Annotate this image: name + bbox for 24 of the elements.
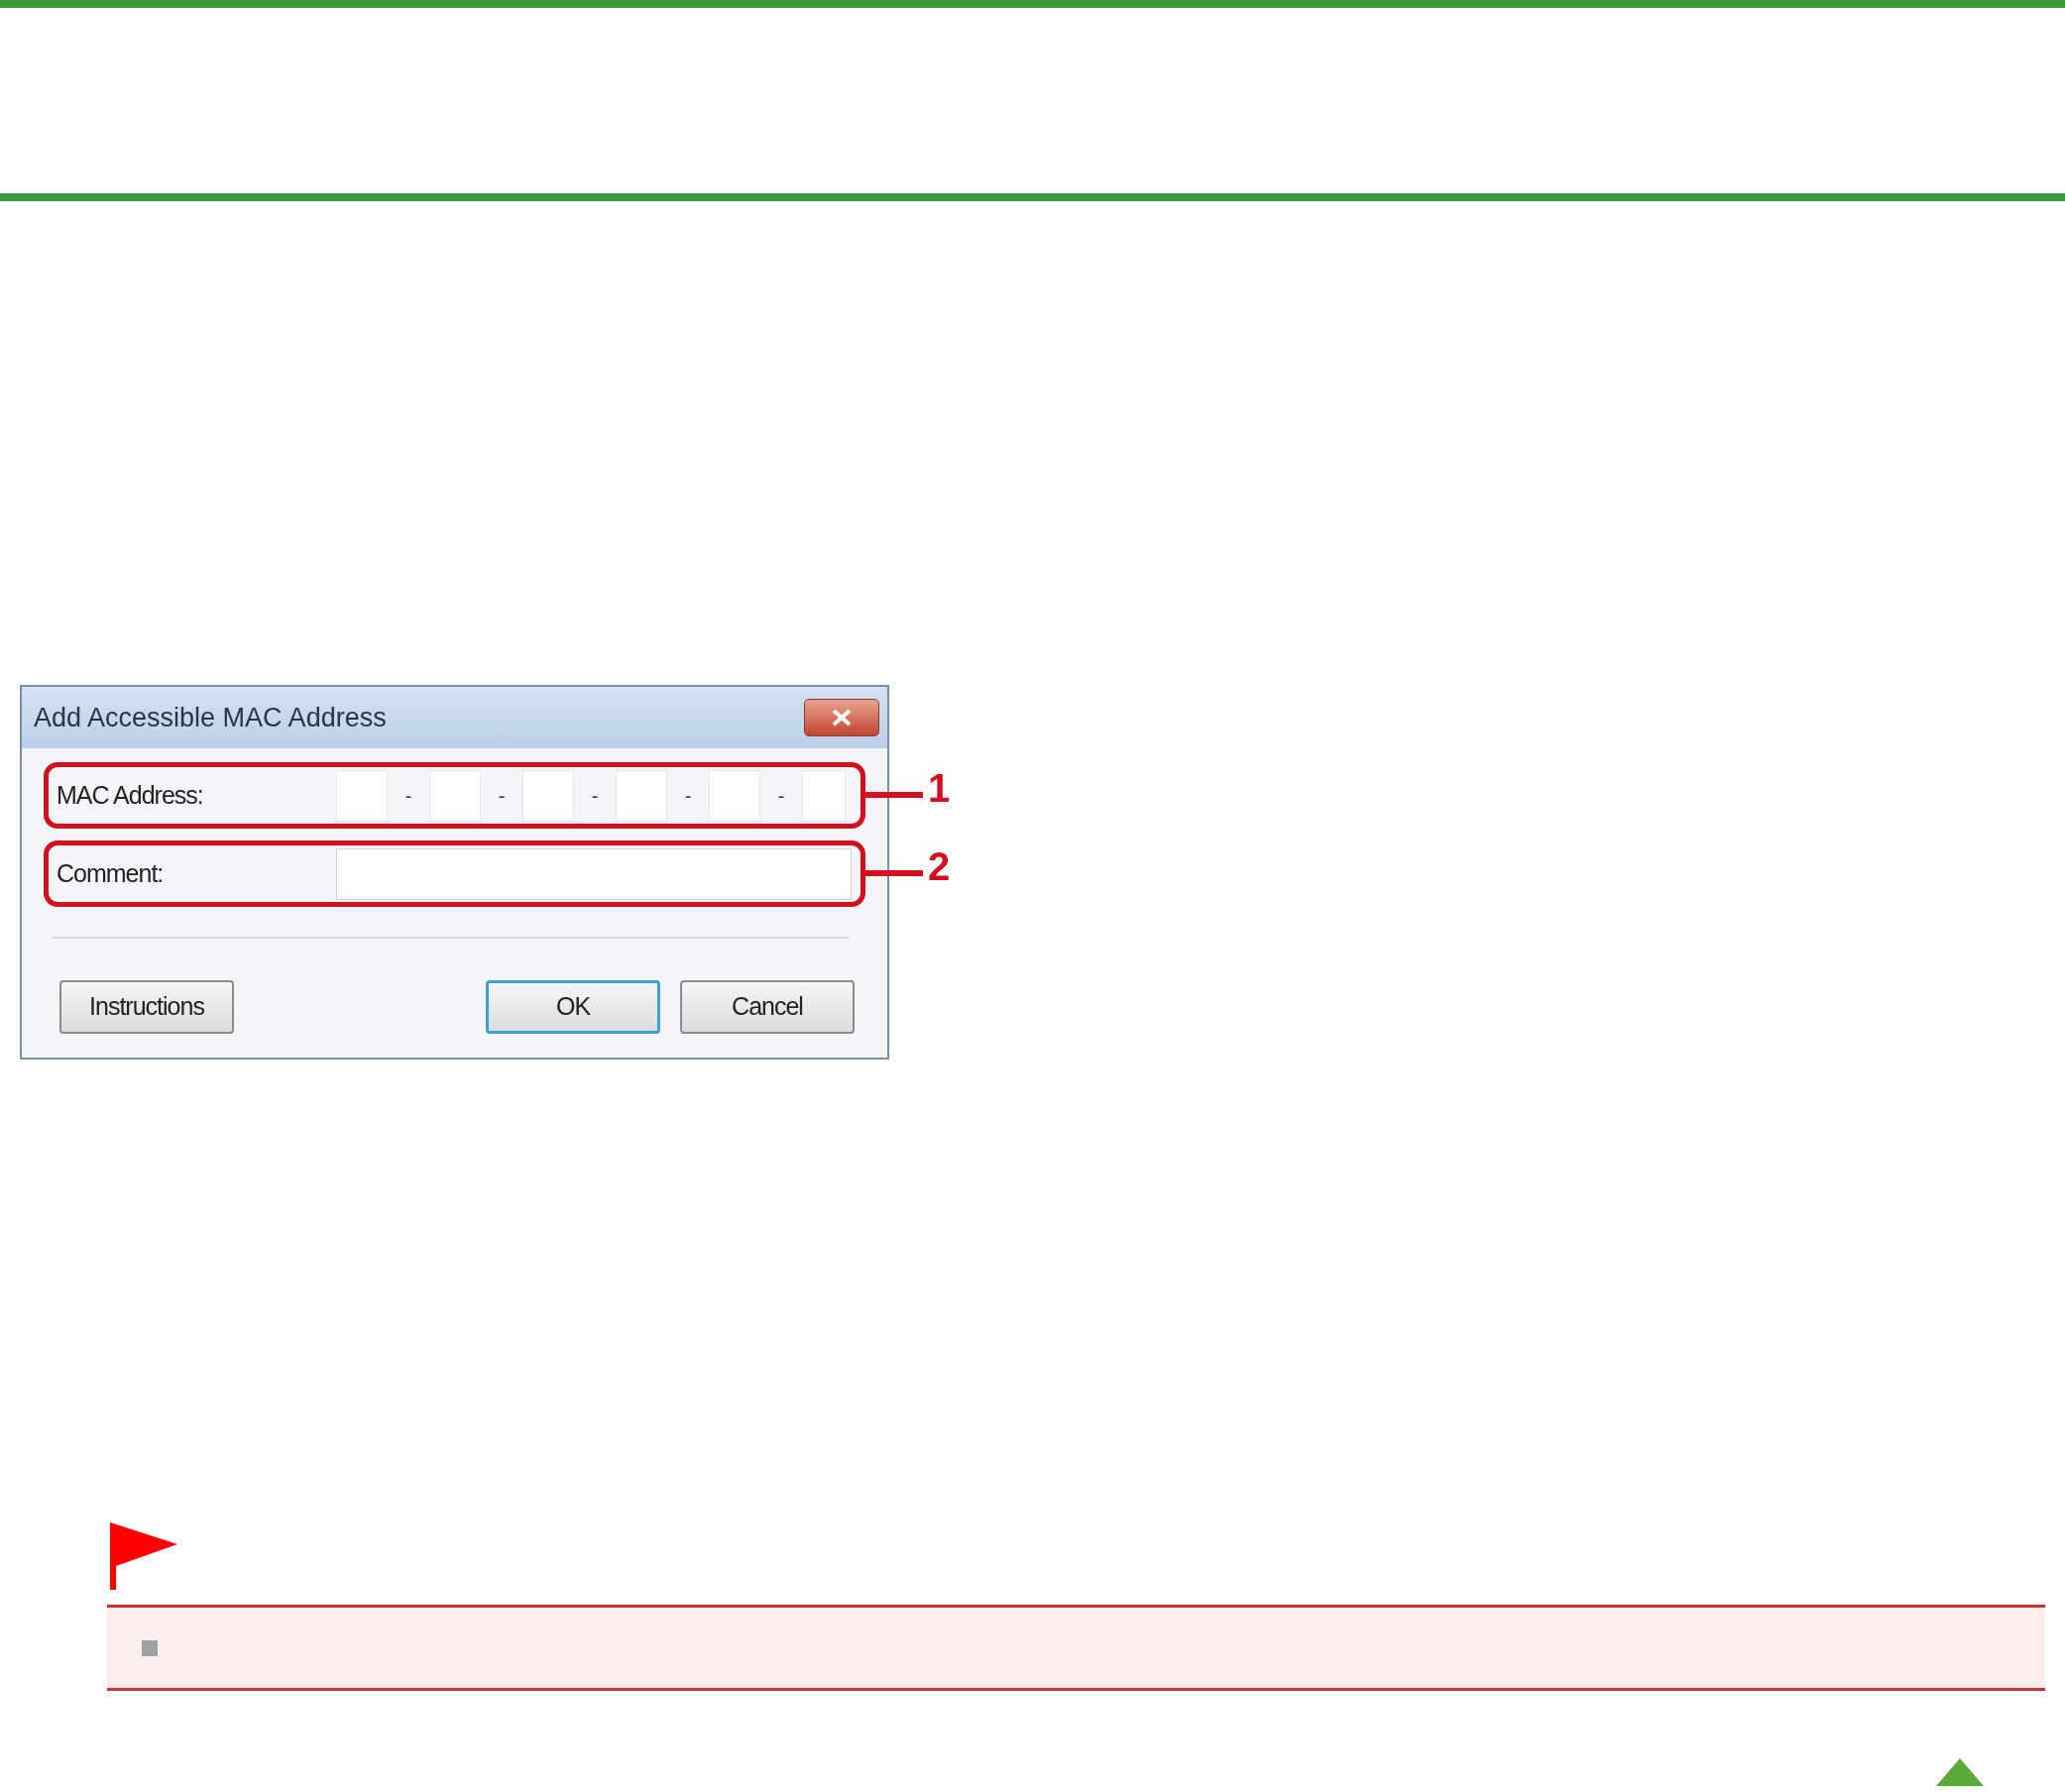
mac-segment-field[interactable] — [336, 769, 388, 822]
bullet-icon — [142, 1639, 158, 1656]
mac-segment-field[interactable] — [709, 769, 760, 822]
comment-field[interactable] — [336, 847, 852, 900]
field-label: Comment: — [56, 857, 165, 889]
separator-text: - — [683, 783, 693, 809]
close-icon — [831, 709, 853, 727]
callout-number: 1 — [928, 768, 951, 808]
callout-number: 2 — [928, 846, 951, 886]
mac-segment-field[interactable] — [429, 769, 481, 822]
mac-segment-field[interactable] — [616, 769, 667, 822]
separator-text: - — [403, 783, 413, 809]
dialog-button[interactable]: Cancel — [680, 980, 855, 1034]
separator-text: - — [590, 783, 600, 809]
mac-segment-field[interactable] — [802, 769, 846, 822]
flag-icon — [108, 1520, 177, 1590]
dialog-button[interactable]: Instructions — [59, 980, 234, 1034]
separator-text: - — [497, 783, 507, 809]
window-title: Add Accessible MAC Address — [34, 701, 387, 734]
separator-text: - — [776, 783, 786, 809]
mac-segment-field[interactable] — [522, 769, 574, 822]
field-label: MAC Address: — [56, 779, 204, 811]
dialog-button[interactable]: OK — [486, 980, 660, 1034]
close-button[interactable] — [804, 699, 879, 736]
